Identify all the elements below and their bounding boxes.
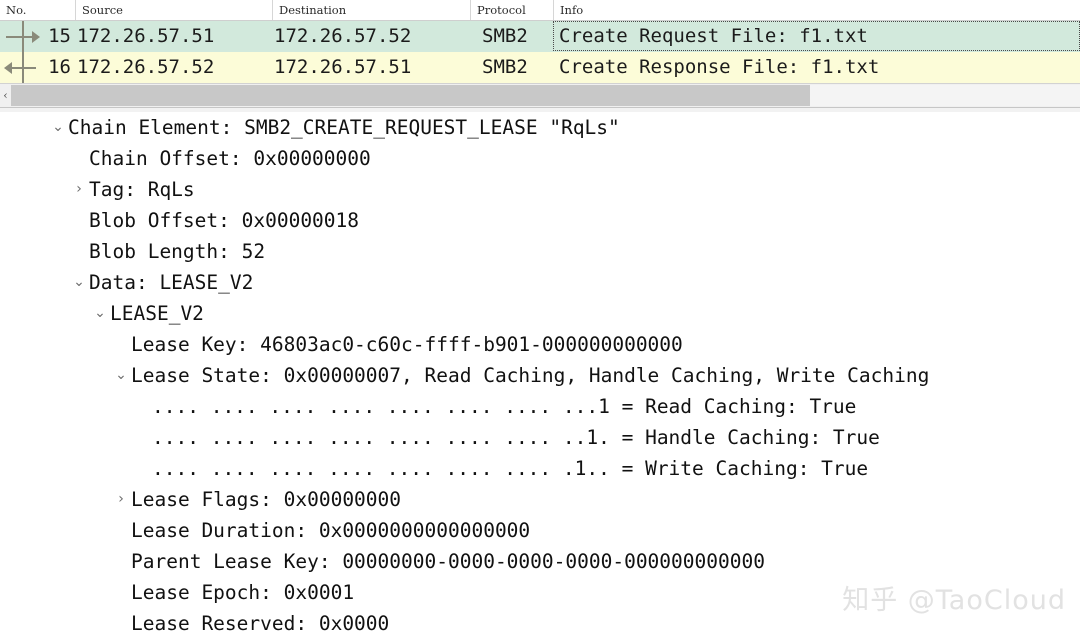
tree-row[interactable]: Chain Offset: 0x00000000 (0, 143, 1080, 174)
packet-info-cell[interactable]: Create Response File: f1.txt (553, 52, 1080, 83)
tree-row-label: .... .... .... .... .... .... .... ..1. … (152, 426, 880, 449)
scrollbar-thumb[interactable] (11, 85, 810, 106)
tree-row-label: Lease State: 0x00000007, Read Caching, H… (131, 364, 930, 387)
tree-row[interactable]: ⌄ Chain Element: SMB2_CREATE_REQUEST_LEAS… (0, 112, 1080, 143)
tree-row-label: Tag: RqLs (89, 178, 195, 201)
tree-row[interactable]: ⌄ LEASE_V2 (0, 298, 1080, 329)
tree-row[interactable]: .... .... .... .... .... .... .... .1.. … (0, 453, 1080, 484)
tree-row[interactable]: › Lease Flags: 0x00000000 (0, 484, 1080, 515)
column-header-source[interactable]: Source (75, 0, 272, 20)
tree-row[interactable]: .... .... .... .... .... .... .... ...1 … (0, 391, 1080, 422)
column-header-destination[interactable]: Destination (272, 0, 470, 20)
chevron-down-icon[interactable]: ⌄ (50, 112, 66, 143)
tree-row[interactable]: Blob Offset: 0x00000018 (0, 205, 1080, 236)
chevron-down-icon[interactable]: ⌄ (113, 360, 129, 391)
column-header-info[interactable]: Info (553, 0, 1080, 20)
tree-row-label: Chain Offset: 0x00000000 (89, 147, 371, 170)
packet-detail-tree-pane[interactable]: ⌄ Chain Element: SMB2_CREATE_REQUEST_LEAS… (0, 112, 1080, 642)
tree-row[interactable]: Lease Duration: 0x0000000000000000 (0, 515, 1080, 546)
packet-source-cell[interactable]: 172.26.57.52 (75, 52, 272, 83)
tree-row-label: Chain Element: SMB2_CREATE_REQUEST_LEASE… (68, 116, 620, 139)
packet-no-cell[interactable]: 15 (0, 21, 75, 52)
chevron-down-icon[interactable]: ⌄ (92, 298, 108, 329)
tree-row[interactable]: Lease Epoch: 0x0001 (0, 577, 1080, 608)
tree-row-label: Lease Reserved: 0x0000 (131, 612, 390, 635)
tree-row-label: Lease Duration: 0x0000000000000000 (131, 519, 531, 542)
packet-protocol-cell[interactable]: SMB2 (470, 21, 553, 52)
packet-row[interactable]: 16 172.26.57.52 172.26.57.51 SMB2 Create Res… (0, 52, 1080, 83)
tree-row-label: .... .... .... .... .... .... .... ...1 … (152, 395, 857, 418)
chevron-right-icon[interactable]: › (113, 484, 129, 515)
column-header-protocol[interactable]: Protocol (470, 0, 553, 20)
chevron-down-icon[interactable]: ⌄ (71, 267, 87, 298)
packet-protocol-cell[interactable]: SMB2 (470, 52, 553, 83)
packet-list-column-headers[interactable]: No. Source Destination Protocol Info (0, 0, 1080, 21)
tree-row-label: Data: LEASE_V2 (89, 271, 254, 294)
tree-row-label: Parent Lease Key: 00000000-0000-0000-000… (131, 550, 765, 573)
scroll-left-arrow-icon[interactable]: ‹ (0, 84, 11, 107)
packet-list-horizontal-scrollbar[interactable]: ‹ (0, 83, 1080, 107)
tree-row-label: Lease Key: 46803ac0-c60c-ffff-b901-00000… (131, 333, 683, 356)
tree-row[interactable]: Lease Key: 46803ac0-c60c-ffff-b901-00000… (0, 329, 1080, 360)
tree-row[interactable]: › Tag: RqLs (0, 174, 1080, 205)
tree-row[interactable]: ⌄ Lease State: 0x00000007, Read Caching, … (0, 360, 1080, 391)
tree-row[interactable]: Blob Length: 52 (0, 236, 1080, 267)
tree-row-label: Blob Length: 52 (89, 240, 266, 263)
packet-no-cell[interactable]: 16 (0, 52, 75, 83)
tree-row-label: Lease Epoch: 0x0001 (131, 581, 355, 604)
column-header-no[interactable]: No. (0, 0, 75, 20)
packet-info-cell[interactable]: Create Request File: f1.txt (553, 21, 1080, 52)
tree-row-label: LEASE_V2 (110, 302, 204, 325)
tree-row[interactable]: ⌄ Data: LEASE_V2 (0, 267, 1080, 298)
packet-list-rows[interactable]: 15 172.26.57.51 172.26.57.52 SMB2 Create Req… (0, 21, 1080, 83)
packet-destination-cell[interactable]: 172.26.57.51 (272, 52, 470, 83)
packet-row[interactable]: 15 172.26.57.51 172.26.57.52 SMB2 Create Req… (0, 21, 1080, 52)
packet-source-cell[interactable]: 172.26.57.51 (75, 21, 272, 52)
tree-row-label: Blob Offset: 0x00000018 (89, 209, 360, 232)
tree-row-label: Lease Flags: 0x00000000 (131, 488, 402, 511)
tree-row[interactable]: Lease Reserved: 0x0000 (0, 608, 1080, 639)
chevron-right-icon[interactable]: › (71, 174, 87, 205)
tree-row-label: .... .... .... .... .... .... .... .1.. … (152, 457, 869, 480)
packet-destination-cell[interactable]: 172.26.57.52 (272, 21, 470, 52)
tree-row[interactable]: .... .... .... .... .... .... .... ..1. … (0, 422, 1080, 453)
packet-list-pane[interactable]: No. Source Destination Protocol Info 15 172.2… (0, 0, 1080, 112)
tree-row[interactable]: Parent Lease Key: 00000000-0000-0000-000… (0, 546, 1080, 577)
